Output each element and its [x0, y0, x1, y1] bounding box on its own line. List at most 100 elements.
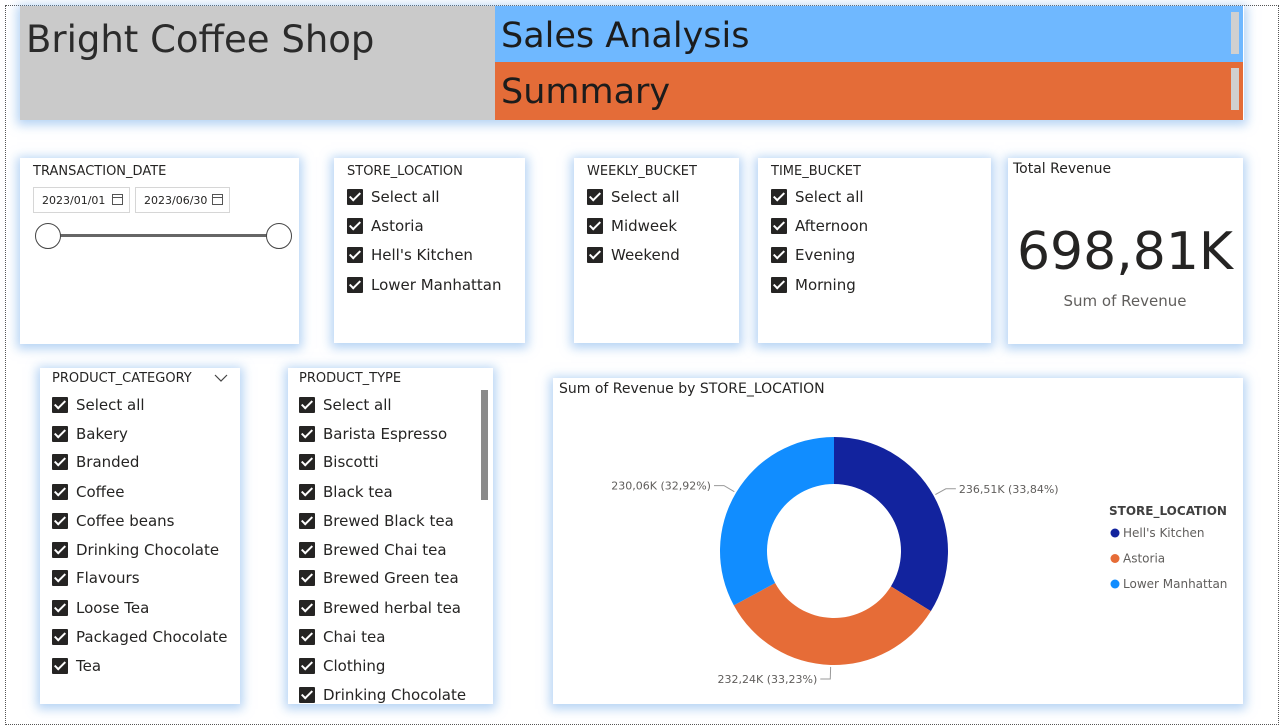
checkbox[interactable]	[52, 454, 68, 470]
data-label: 236,51K (33,84%)	[959, 483, 1059, 496]
data-label-leader	[820, 666, 832, 680]
checkbox[interactable]	[347, 277, 363, 293]
summary-scrollbar[interactable]	[1231, 68, 1239, 110]
checkbox[interactable]	[771, 247, 787, 263]
checkbox[interactable]	[299, 570, 315, 586]
product-category-option[interactable]: Coffee beans	[52, 510, 174, 532]
chevron-down-icon[interactable]	[214, 374, 228, 383]
product-category-option[interactable]: Select all	[52, 394, 145, 416]
date-range-start-handle[interactable]	[35, 223, 61, 249]
title-banner: Bright Coffee Shop	[20, 6, 496, 120]
date-range-track[interactable]	[48, 234, 279, 237]
product-type-option[interactable]: Brewed herbal tea	[299, 597, 461, 619]
checkbox[interactable]	[299, 600, 315, 616]
calendar-icon[interactable]	[112, 194, 123, 205]
product-type-option[interactable]: Chai tea	[299, 626, 385, 648]
product-type-scrollbar[interactable]	[481, 390, 488, 500]
summary-title: Summary	[501, 72, 671, 112]
data-label: 230,06K (32,92%)	[611, 480, 711, 493]
product-category-option[interactable]: Drinking Chocolate	[52, 539, 219, 561]
store-location-option[interactable]: Select all	[347, 186, 440, 208]
donut-slice[interactable]	[720, 437, 834, 606]
checkbox[interactable]	[52, 397, 68, 413]
start-date-input[interactable]: 2023/01/01	[33, 187, 130, 213]
checkbox[interactable]	[347, 247, 363, 263]
time-bucket-option[interactable]: Evening	[771, 244, 855, 266]
store-location-option[interactable]: Hell's Kitchen	[347, 244, 473, 266]
total-revenue-label: Sum of Revenue	[1063, 292, 1187, 310]
legend-item[interactable]: Lower Manhattan	[1123, 577, 1227, 591]
checkbox[interactable]	[52, 513, 68, 529]
checkbox[interactable]	[347, 218, 363, 234]
checkbox[interactable]	[771, 277, 787, 293]
checkbox[interactable]	[587, 218, 603, 234]
data-label-leader	[935, 488, 956, 496]
checkbox[interactable]	[771, 218, 787, 234]
product-type-title: PRODUCT_TYPE	[299, 371, 402, 386]
product-category-option[interactable]: Bakery	[52, 423, 128, 445]
end-date-input[interactable]: 2023/06/30	[135, 187, 230, 213]
checkbox[interactable]	[587, 189, 603, 205]
checkbox[interactable]	[299, 629, 315, 645]
product-type-option[interactable]: Barista Espresso	[299, 423, 447, 445]
sales-analysis-scrollbar[interactable]	[1231, 12, 1239, 54]
legend-title: STORE_LOCATION	[1109, 504, 1227, 519]
product-type-slicer: Drinking Chocolate	[288, 368, 493, 704]
legend-item[interactable]: Hell's Kitchen	[1123, 526, 1205, 540]
product-category-option[interactable]: Branded	[52, 451, 139, 473]
legend-marker	[1110, 554, 1120, 563]
calendar-icon[interactable]	[212, 194, 223, 205]
time-bucket-option[interactable]: Morning	[771, 274, 856, 296]
sales-analysis-banner: Sales Analysis	[495, 6, 1243, 62]
checkbox[interactable]	[299, 397, 315, 413]
checkbox[interactable]	[52, 484, 68, 500]
product-type-option[interactable]: Black tea	[299, 481, 393, 503]
checkbox[interactable]	[299, 513, 315, 529]
checkbox[interactable]	[52, 658, 68, 674]
product-type-option[interactable]: Biscotti	[299, 451, 379, 473]
time-bucket-option[interactable]: Afternoon	[771, 215, 868, 237]
weekly-bucket-title: WEEKLY_BUCKET	[587, 164, 697, 179]
product-category-option[interactable]: Flavours	[52, 567, 140, 589]
transaction-date-slicer	[20, 158, 299, 344]
date-range-end-handle[interactable]	[266, 223, 292, 249]
legend-item[interactable]: Astoria	[1123, 552, 1165, 566]
time-bucket-option[interactable]: Select all	[771, 186, 864, 208]
total-revenue-title: Total Revenue	[1013, 161, 1112, 177]
checkbox[interactable]	[299, 542, 315, 558]
product-category-option[interactable]: Coffee	[52, 481, 124, 503]
weekly-bucket-option[interactable]: Weekend	[587, 244, 680, 266]
checkbox[interactable]	[299, 658, 315, 674]
checkbox[interactable]	[299, 687, 315, 703]
product-type-option[interactable]: Select all	[299, 394, 392, 416]
checkbox[interactable]	[299, 484, 315, 500]
checkbox[interactable]	[52, 426, 68, 442]
product-type-option[interactable]: Clothing	[299, 655, 385, 677]
product-type-option[interactable]: Drinking Chocolate	[299, 684, 466, 704]
checkbox[interactable]	[587, 247, 603, 263]
product-category-option[interactable]: Tea	[52, 655, 101, 677]
weekly-bucket-option[interactable]: Select all	[587, 186, 680, 208]
donut-slice[interactable]	[834, 437, 948, 612]
data-label-leader	[713, 485, 735, 493]
product-category-option[interactable]: Packaged Chocolate	[52, 626, 228, 648]
product-type-option[interactable]: Brewed Black tea	[299, 510, 454, 532]
product-category-title: PRODUCT_CATEGORY	[52, 371, 192, 386]
checkbox[interactable]	[52, 570, 68, 586]
store-location-option[interactable]: Lower Manhattan	[347, 274, 502, 296]
checkbox[interactable]	[299, 426, 315, 442]
checkbox[interactable]	[52, 542, 68, 558]
checkbox[interactable]	[347, 189, 363, 205]
donut-chart: 236,51K (33,84%) 232,24K (33,23%) 230,06K …	[611, 437, 1227, 686]
product-type-option[interactable]: Brewed Green tea	[299, 567, 459, 589]
data-label: 232,24K (33,23%)	[718, 673, 818, 686]
checkbox[interactable]	[771, 189, 787, 205]
checkbox[interactable]	[299, 454, 315, 470]
store-location-option[interactable]: Astoria	[347, 215, 424, 237]
weekly-bucket-option[interactable]: Midweek	[587, 215, 677, 237]
donut-slice[interactable]	[733, 582, 931, 665]
checkbox[interactable]	[52, 629, 68, 645]
product-type-option[interactable]: Brewed Chai tea	[299, 539, 447, 561]
product-category-option[interactable]: Loose Tea	[52, 597, 149, 619]
checkbox[interactable]	[52, 600, 68, 616]
